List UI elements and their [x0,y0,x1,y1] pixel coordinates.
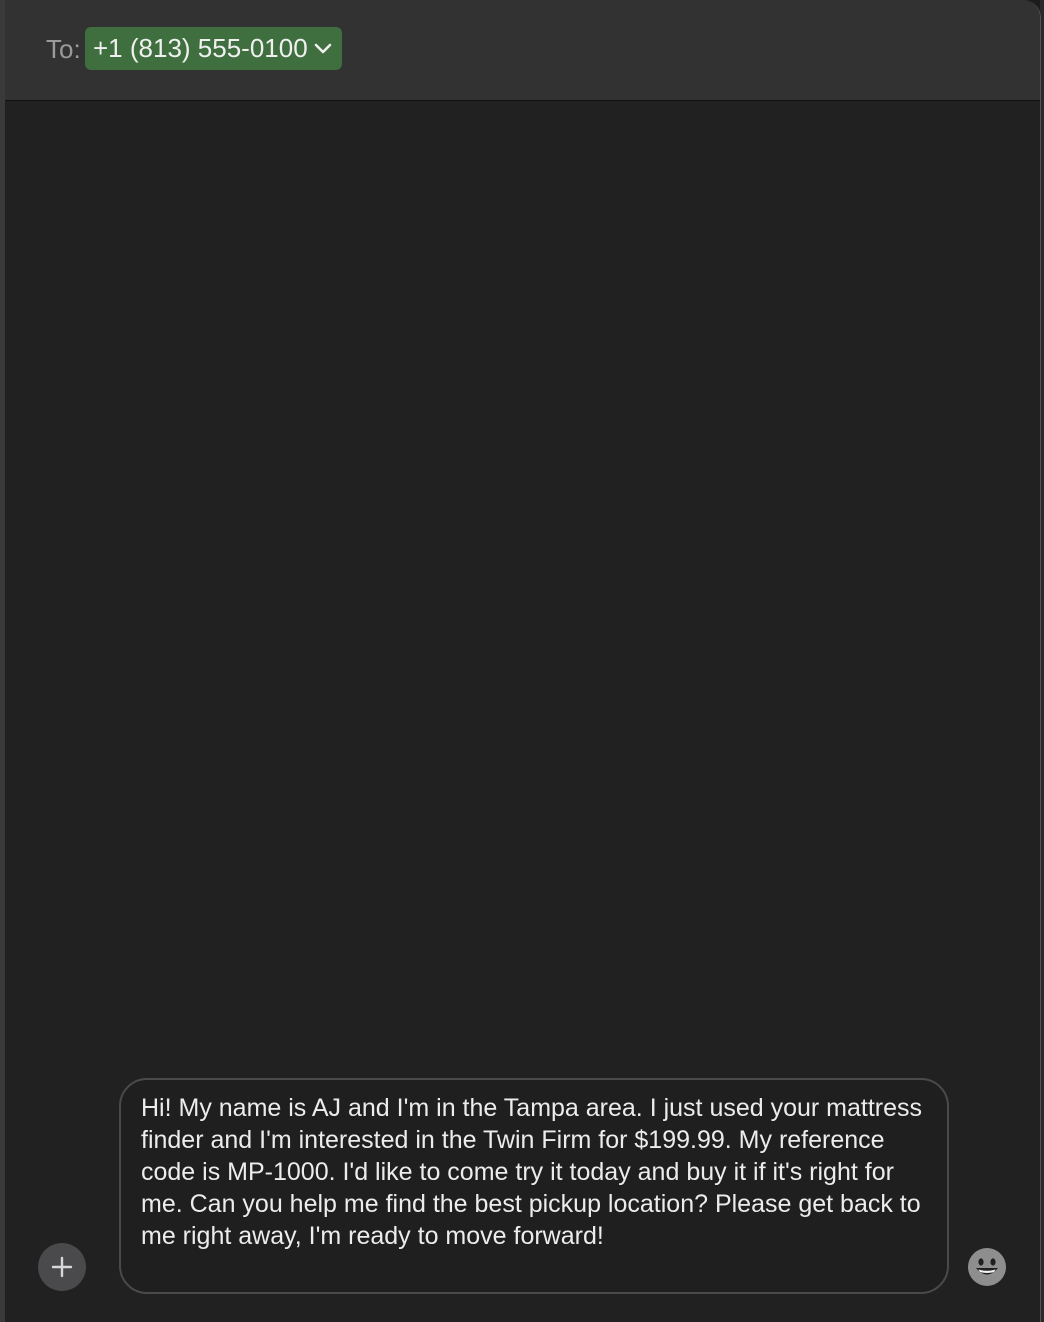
chevron-down-icon[interactable] [312,38,334,60]
to-label: To: [46,34,81,64]
message-compose-field[interactable]: Hi! My name is AJ and I'm in the Tampa a… [119,1078,949,1294]
smiley-icon [968,1248,1006,1286]
messages-window: To: +1 (813) 555-0100 Hi! My name is AJ … [5,0,1041,1322]
add-attachment-button[interactable] [38,1243,86,1291]
recipient-header: To: +1 (813) 555-0100 [5,0,1040,101]
message-transcript [5,101,1040,1061]
emoji-button[interactable] [967,1247,1007,1287]
plus-icon [51,1256,73,1278]
recipient-chip[interactable]: +1 (813) 555-0100 [85,27,342,70]
recipient-number: +1 (813) 555-0100 [93,33,308,63]
